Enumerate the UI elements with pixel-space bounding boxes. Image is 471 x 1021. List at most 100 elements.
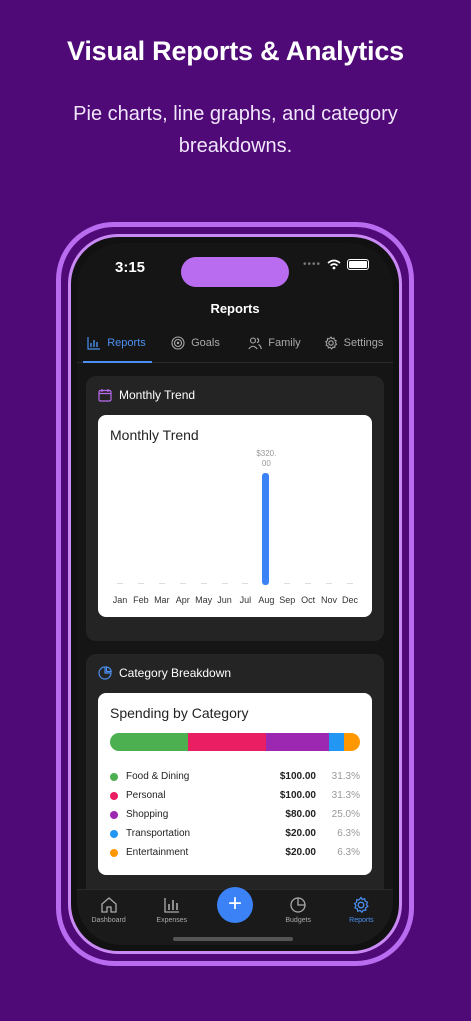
bar-value-label: $320. 00	[256, 449, 277, 468]
nav-dashboard-label: Dashboard	[91, 917, 126, 924]
month-tick-label: Sep	[277, 583, 297, 605]
tab-reports-label: Reports	[107, 336, 146, 349]
tab-bar: Reports Goals Family Settings	[77, 323, 393, 363]
legend-dot	[110, 810, 118, 819]
legend-percent: 31.3%	[331, 790, 360, 801]
phone-bezel: 3:15 •••• Reports Reports Goals Family S…	[68, 234, 402, 954]
signal-icon: ••••	[302, 259, 321, 270]
status-icons: ••••	[303, 259, 369, 270]
legend-category-name: Food & Dining	[126, 771, 190, 782]
bar-sep	[284, 583, 291, 584]
bar-nov	[326, 583, 333, 584]
legend-dot	[110, 791, 118, 800]
bar-jun	[221, 583, 228, 584]
stack-segment-transportation	[328, 733, 345, 751]
bar-chart-icon	[87, 336, 101, 350]
nav-expenses-label: Expenses	[156, 917, 188, 924]
monthly-trend-chart: Jan Feb Mar Apr May Jun Jul Aug $320. 00 Sep Oct Nov…	[110, 449, 360, 605]
month-tick-label: Jul	[235, 583, 255, 605]
dynamic-island	[181, 257, 289, 287]
category-legend: Food & Dining $100.00 31.3% Personal $100.00…	[110, 767, 360, 862]
category-breakdown-section-title: Category Breakdown	[119, 666, 232, 680]
battery-icon	[347, 259, 369, 270]
tab-family-label: Family	[268, 336, 301, 349]
bar-chart-icon	[164, 898, 179, 913]
legend-row: Personal $100.00 31.3%	[110, 786, 360, 805]
legend-category-name: Transportation	[126, 828, 191, 839]
legend-category-name: Entertainment	[126, 847, 189, 858]
nav-reports-label: Reports	[349, 917, 374, 924]
gear-icon	[354, 896, 370, 914]
tab-reports[interactable]: Reports	[77, 323, 156, 363]
legend-row: Transportation $20.00 6.3%	[110, 824, 360, 843]
month-tick-label: Jan	[110, 583, 130, 605]
legend-amount: $20.00	[285, 828, 316, 839]
tab-settings[interactable]: Settings	[314, 323, 393, 362]
legend-dot	[110, 829, 118, 838]
monthly-trend-card-title: Monthly Trend	[110, 427, 199, 443]
month-tick-label: Mar	[152, 583, 172, 605]
bar-oct	[305, 583, 312, 584]
bar-feb	[137, 583, 144, 584]
bar-jan	[117, 583, 123, 584]
target-icon	[171, 335, 185, 350]
legend-percent: 31.3%	[331, 771, 360, 782]
month-tick-label: Dec	[340, 583, 360, 605]
pie-chart-icon	[290, 897, 306, 913]
legend-percent: 25.0%	[331, 809, 360, 820]
add-expense-button[interactable]: +	[217, 887, 253, 923]
legend-row: Shopping $80.00 25.0%	[110, 805, 360, 824]
page-title: Reports	[210, 301, 260, 316]
legend-percent: 6.3%	[337, 828, 360, 839]
legend-amount: $100.00	[279, 771, 316, 782]
spending-by-category-title: Spending by Category	[110, 705, 249, 721]
phone-frame: 3:15 •••• Reports Reports Goals Family S…	[56, 222, 414, 966]
tab-goals-label: Goals	[191, 336, 220, 349]
tab-settings-label: Settings	[343, 336, 384, 349]
stack-segment-food-dining	[110, 733, 189, 751]
bar-may	[200, 583, 207, 584]
month-tick-label: Aug $320. 00	[256, 449, 276, 605]
stack-segment-personal	[188, 733, 267, 751]
legend-category-name: Personal	[126, 790, 166, 801]
calendar-icon	[98, 389, 112, 402]
month-tick-label: Jun	[215, 583, 235, 605]
status-time: 3:15	[115, 259, 146, 276]
spending-by-category-card: Spending by Category Food & Dining $100.0…	[98, 693, 372, 875]
legend-amount: $80.00	[285, 809, 316, 820]
month-tick-label: Feb	[131, 583, 151, 605]
nav-reports[interactable]: Reports	[330, 890, 393, 945]
month-tick-label: Nov	[319, 583, 339, 605]
category-breakdown-header: Category Breakdown	[98, 666, 231, 680]
home-indicator	[173, 937, 293, 941]
bar-mar	[158, 583, 165, 584]
legend-percent: 6.3%	[337, 847, 360, 858]
bar-jul	[242, 583, 249, 584]
nav-budgets-label: Budgets	[285, 917, 312, 924]
promo-subline: Pie charts, line graphs, and category br…	[73, 103, 398, 157]
bar-apr	[179, 583, 186, 584]
pie-chart-icon	[98, 666, 112, 680]
legend-row: Food & Dining $100.00 31.3%	[110, 767, 360, 786]
legend-category-name: Shopping	[126, 809, 169, 820]
legend-amount: $100.00	[279, 790, 316, 801]
month-tick-label: Oct	[298, 583, 318, 605]
tab-goals[interactable]: Goals	[156, 323, 235, 362]
promo-headline: Visual Reports & Analytics	[67, 36, 404, 66]
monthly-trend-card: Monthly Trend Jan Feb Mar Apr May Jun Jul Aug $3…	[98, 415, 372, 617]
home-icon	[100, 897, 117, 913]
legend-dot	[110, 848, 118, 857]
reports-content[interactable]: Monthly Trend Monthly Trend Jan Feb Mar Apr…	[77, 364, 393, 889]
stack-segment-entertainment	[344, 733, 360, 751]
legend-amount: $20.00	[285, 847, 316, 858]
monthly-trend-header: Monthly Trend	[98, 388, 195, 402]
monthly-trend-section-title: Monthly Trend	[119, 388, 196, 402]
month-tick-label: Apr	[173, 583, 193, 605]
tab-family[interactable]: Family	[235, 323, 314, 362]
wifi-icon	[327, 259, 341, 270]
phone-screen: 3:15 •••• Reports Reports Goals Family S…	[77, 243, 393, 945]
legend-dot	[110, 772, 118, 781]
nav-dashboard[interactable]: Dashboard	[77, 890, 140, 945]
gear-icon	[324, 335, 337, 350]
bar-dec	[346, 583, 353, 584]
